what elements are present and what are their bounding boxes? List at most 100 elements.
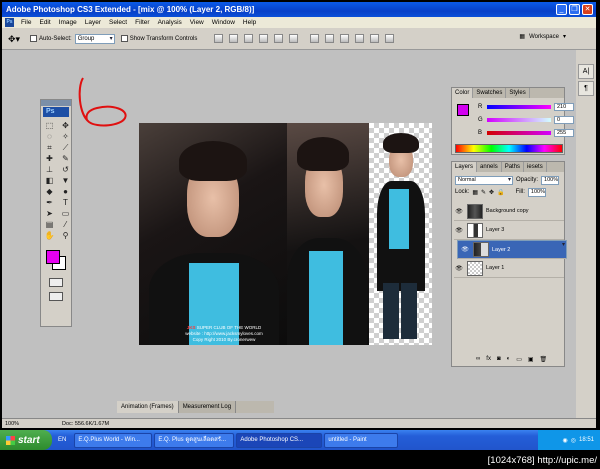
taskbar-item-active[interactable]: Adobe Photoshop CS... — [236, 432, 323, 448]
r-slider[interactable] — [487, 105, 551, 109]
shape-tool-icon[interactable]: ▭ — [59, 209, 72, 218]
close-button[interactable]: ✕ — [582, 4, 593, 15]
layer-mask-icon[interactable]: ◙ — [497, 356, 501, 362]
g-slider[interactable] — [487, 118, 551, 122]
visibility-eye-icon[interactable]: 👁 — [454, 227, 464, 234]
slice-tool-icon[interactable]: ⟋ — [59, 143, 72, 152]
tray-icon[interactable]: ◎ — [571, 437, 576, 444]
quick-mask-button[interactable] — [49, 278, 63, 287]
menu-help[interactable]: Help — [239, 19, 260, 26]
b-slider[interactable] — [487, 131, 551, 135]
start-button[interactable]: start — [0, 430, 52, 450]
clone-stamp-tool-icon[interactable]: ⊥ — [43, 165, 56, 174]
menu-view[interactable]: View — [186, 19, 208, 26]
auto-select-checkbox[interactable] — [30, 35, 37, 42]
layer-style-icon[interactable]: fx — [486, 356, 491, 362]
distribute-vcenter-icon[interactable] — [325, 34, 335, 43]
trash-icon[interactable]: 🗑 — [540, 356, 548, 363]
move-tool-icon[interactable]: ✥ — [59, 121, 72, 130]
visibility-eye-icon[interactable]: 👁 — [460, 246, 470, 254]
menu-file[interactable]: File — [17, 19, 35, 26]
distribute-bottom-icon[interactable] — [340, 34, 350, 43]
new-layer-icon[interactable]: ▣ — [528, 356, 534, 363]
new-group-icon[interactable]: ▭ — [516, 356, 522, 363]
restore-button[interactable]: ❐ — [569, 4, 580, 15]
lock-paint-icon[interactable]: ✎ — [481, 189, 486, 196]
marquee-tool-icon[interactable]: ⬚ — [43, 121, 56, 130]
magic-wand-tool-icon[interactable]: ✧ — [59, 132, 72, 141]
auto-select-dropdown[interactable]: Group — [74, 33, 115, 44]
move-tool-preset-icon[interactable]: ✥▾ — [8, 33, 24, 45]
blur-tool-icon[interactable]: ◆ — [43, 187, 56, 196]
eyedropper-tool-icon[interactable]: ⁄ — [59, 220, 72, 229]
blend-mode-dropdown[interactable]: Normal — [455, 175, 513, 185]
layer-row[interactable]: 👁 Background copy — [454, 202, 564, 221]
hand-tool-icon[interactable]: ✋ — [43, 231, 56, 240]
g-value-field[interactable]: 0 — [554, 116, 574, 124]
lock-transparency-icon[interactable]: ▦ — [472, 189, 478, 196]
doc-size[interactable]: Doc: 556.6K/1.67M — [62, 421, 109, 427]
layer-row[interactable]: 👁 Layer 3 — [454, 221, 564, 240]
fill-field[interactable]: 100% — [527, 187, 546, 197]
layer-row-selected[interactable]: 👁 Layer 2 — [457, 240, 567, 259]
align-top-icon[interactable] — [214, 34, 224, 43]
character-panel-button[interactable]: A| — [578, 64, 594, 79]
taskbar-item[interactable]: E.Q. Plus ดูดสูนเลือดสรั... — [154, 432, 235, 448]
taskbar-item[interactable]: untitled - Paint — [324, 432, 399, 448]
tab-paths[interactable]: Paths — [502, 162, 525, 172]
zoom-level[interactable]: 100% — [2, 421, 62, 427]
visibility-eye-icon[interactable]: 👁 — [454, 265, 464, 272]
menu-edit[interactable]: Edit — [35, 19, 54, 26]
menu-image[interactable]: Image — [55, 19, 81, 26]
distribute-hcenter-icon[interactable] — [370, 34, 380, 43]
screen-mode-button[interactable] — [49, 292, 63, 301]
color-spectrum-bar[interactable] — [455, 144, 563, 153]
history-brush-tool-icon[interactable]: ↺ — [59, 165, 72, 174]
align-bottom-icon[interactable] — [244, 34, 254, 43]
minimize-button[interactable]: _ — [556, 4, 567, 15]
color-panel-foreground-swatch[interactable] — [457, 104, 469, 116]
dodge-tool-icon[interactable]: ● — [59, 187, 72, 196]
menu-analysis[interactable]: Analysis — [154, 19, 186, 26]
visibility-eye-icon[interactable]: 👁 — [454, 208, 464, 215]
tab-styles[interactable]: Styles — [506, 88, 530, 98]
document-canvas[interactable]: JKS SUPER CLUB OF THE WORLD website : ht… — [139, 123, 432, 345]
align-vcenter-icon[interactable] — [229, 34, 239, 43]
tab-color[interactable]: Color — [452, 88, 474, 98]
tab-swatches[interactable]: Swatches — [473, 88, 507, 98]
paint-bucket-tool-icon[interactable]: ▼ — [59, 176, 72, 185]
workspace-menu[interactable]: ▦ Workspace ▾ — [519, 33, 566, 41]
healing-brush-tool-icon[interactable]: ✚ — [43, 154, 56, 163]
tools-panel-header[interactable] — [41, 100, 71, 106]
foreground-color-swatch[interactable] — [46, 250, 60, 264]
layer-row[interactable]: 👁 Layer 1 — [454, 259, 564, 278]
menu-layer[interactable]: Layer — [81, 19, 105, 26]
path-selection-tool-icon[interactable]: ➤ — [43, 209, 56, 218]
menu-filter[interactable]: Filter — [131, 19, 153, 26]
crop-tool-icon[interactable]: ⌗ — [43, 143, 56, 152]
distribute-top-icon[interactable] — [310, 34, 320, 43]
b-value-field[interactable]: 255 — [554, 129, 574, 137]
lasso-tool-icon[interactable]: ◌ — [43, 132, 56, 141]
distribute-right-icon[interactable] — [385, 34, 395, 43]
r-value-field[interactable]: 210 — [554, 103, 574, 111]
paragraph-panel-button[interactable]: ¶ — [578, 81, 594, 96]
align-left-icon[interactable] — [259, 34, 269, 43]
tab-channels[interactable]: annels — [477, 162, 502, 172]
lock-all-icon[interactable]: 🔒 — [497, 189, 504, 196]
menu-select[interactable]: Select — [105, 19, 131, 26]
adjustment-layer-icon[interactable]: ◐ — [507, 356, 511, 362]
tab-measurement-log[interactable]: Measurement Log — [178, 401, 237, 413]
pen-tool-icon[interactable]: ✒ — [43, 198, 56, 207]
tab-animation-frames[interactable]: Animation (Frames) — [117, 401, 179, 413]
type-tool-icon[interactable]: T — [59, 198, 72, 207]
lock-position-icon[interactable]: ✥ — [489, 189, 494, 196]
brush-tool-icon[interactable]: ✎ — [59, 154, 72, 163]
zoom-tool-icon[interactable]: ⚲ — [59, 231, 72, 240]
link-layers-icon[interactable]: ∞ — [476, 356, 480, 362]
tab-presets[interactable]: iesets — [524, 162, 547, 172]
show-transform-checkbox[interactable] — [120, 35, 128, 42]
language-indicator[interactable]: EN — [58, 437, 66, 443]
distribute-left-icon[interactable] — [355, 34, 365, 43]
notes-tool-icon[interactable]: ▤ — [43, 220, 56, 229]
